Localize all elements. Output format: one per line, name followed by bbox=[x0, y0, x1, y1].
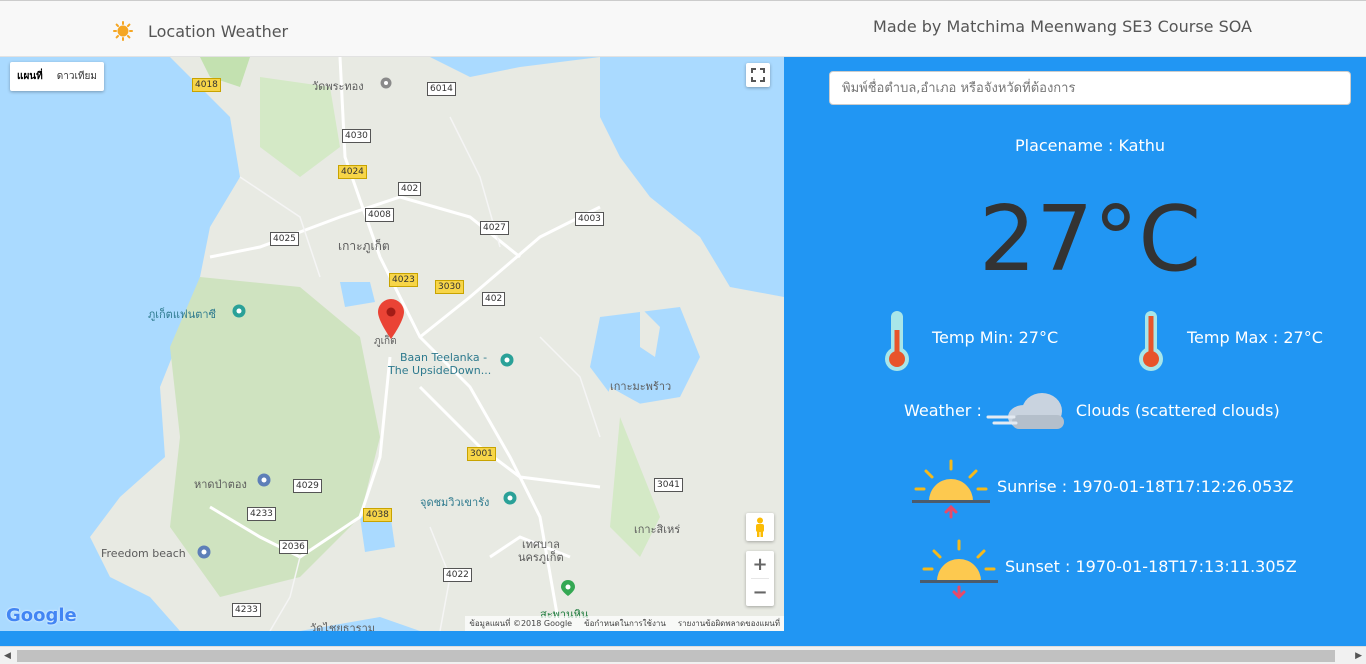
map-label: Baan Teelanka - bbox=[400, 351, 488, 364]
map-view[interactable]: แผนที่ ดาวเทียม วัดพระทอง เกาะภูเก็ต ภูเ… bbox=[0, 57, 784, 631]
road-shield: 4023 bbox=[389, 273, 418, 287]
current-temperature: 27°C bbox=[978, 187, 1202, 292]
attraction-pin-icon bbox=[232, 304, 246, 318]
beach-pin-icon bbox=[257, 473, 271, 487]
location-marker-icon[interactable] bbox=[378, 299, 404, 339]
sunset-icon bbox=[920, 539, 998, 600]
scroll-left-arrow-icon[interactable]: ◀ bbox=[4, 651, 11, 661]
road-shield: 4018 bbox=[192, 78, 221, 92]
road-shield: 4003 bbox=[575, 212, 604, 226]
road-shield: 402 bbox=[482, 292, 506, 306]
zoom-in-button[interactable]: + bbox=[752, 551, 767, 578]
map-label: จุดชมวิวเขารัง bbox=[420, 496, 490, 509]
road-shield: 4038 bbox=[363, 508, 392, 522]
temp-min-row: Temp Min: 27°C bbox=[884, 310, 1058, 372]
map-type-control[interactable]: แผนที่ ดาวเทียม bbox=[10, 62, 104, 91]
weather-row: Weather : Clouds (scattered clouds) bbox=[904, 387, 1280, 433]
road-shield: 4030 bbox=[342, 129, 371, 143]
sunset-time: Sunset : 1970-01-18T17:13:11.305Z bbox=[1005, 556, 1297, 576]
top-navbar: Location Weather Made by Matchima Meenwa… bbox=[0, 0, 1366, 57]
sunrise-row: Sunrise : 1970-01-18T17:12:26.053Z bbox=[910, 459, 1293, 521]
scrollbar-thumb[interactable] bbox=[17, 650, 1335, 662]
terms-of-use-link[interactable]: ข้อกำหนดในการใช้งาน bbox=[584, 617, 666, 630]
map-label: Freedom beach bbox=[101, 547, 186, 560]
road-shield: 4025 bbox=[270, 232, 299, 246]
attraction-pin-icon bbox=[503, 491, 517, 505]
zoom-control: + − bbox=[746, 551, 774, 606]
weather-description: Clouds (scattered clouds) bbox=[1075, 400, 1280, 420]
attraction-pin-icon bbox=[500, 353, 514, 367]
sunrise-time: Sunrise : 1970-01-18T17:12:26.053Z bbox=[997, 476, 1294, 496]
map-label: นครภูเก็ต bbox=[518, 551, 564, 564]
brand[interactable]: Location Weather bbox=[113, 21, 288, 41]
zoom-out-button[interactable]: − bbox=[752, 579, 767, 606]
map-label: เกาะมะพร้าว bbox=[610, 380, 672, 393]
road-shield: 4233 bbox=[232, 603, 261, 617]
map-label: วัดพระทอง bbox=[312, 80, 364, 93]
road-shield: 2036 bbox=[279, 540, 308, 554]
street-view-pegman[interactable] bbox=[746, 513, 774, 541]
map-label: วัดไชยธาราม bbox=[310, 622, 375, 631]
road-shield: 402 bbox=[398, 182, 422, 196]
horizontal-scrollbar[interactable]: ◀ ▶ bbox=[0, 646, 1366, 664]
road-shield: 4024 bbox=[338, 165, 367, 179]
sunrise-icon bbox=[912, 459, 990, 519]
sun-icon bbox=[113, 21, 133, 41]
scroll-right-arrow-icon[interactable]: ▶ bbox=[1355, 651, 1362, 661]
map-type-map[interactable]: แผนที่ bbox=[10, 62, 50, 91]
fullscreen-button[interactable] bbox=[746, 63, 770, 87]
fullscreen-icon bbox=[751, 68, 765, 82]
park-pin-icon bbox=[561, 580, 575, 596]
beach-pin-icon bbox=[197, 545, 211, 559]
map-label: เกาะภูเก็ต bbox=[338, 239, 390, 253]
credit-text: Made by Matchima Meenwang SE3 Course SOA bbox=[873, 17, 1252, 36]
temp-min-label: Temp Min: 27°C bbox=[932, 327, 1059, 347]
road-shield: 3030 bbox=[435, 280, 464, 294]
footer-bar bbox=[0, 631, 1366, 646]
road-shield: 4029 bbox=[293, 479, 322, 493]
cloud-icon bbox=[986, 393, 1064, 429]
road-shield: 4027 bbox=[480, 221, 509, 235]
brand-title[interactable]: Location Weather bbox=[148, 22, 288, 41]
road-shield: 6014 bbox=[427, 82, 456, 96]
weather-panel: Placename : Kathu 27°C Temp Min: 27°C Te… bbox=[784, 57, 1366, 631]
map-copyright: ข้อมูลแผนที่ ©2018 Google bbox=[469, 619, 573, 628]
temp-max-label: Temp Max : 27°C bbox=[1187, 327, 1323, 347]
road-shield: 3001 bbox=[467, 447, 496, 461]
location-search-input[interactable] bbox=[829, 71, 1351, 105]
map-label: ภูเก็ตแฟนตาซี bbox=[148, 308, 216, 321]
report-error-link[interactable]: รายงานข้อผิดพลาดของแผนที่ bbox=[678, 617, 780, 630]
road-shield: 4022 bbox=[443, 568, 472, 582]
road-shield: 4008 bbox=[365, 208, 394, 222]
road-shield: 3041 bbox=[654, 478, 683, 492]
sunset-row: Sunset : 1970-01-18T17:13:11.305Z bbox=[918, 539, 1297, 601]
pegman-icon bbox=[756, 517, 764, 537]
placename: Placename : Kathu bbox=[1014, 136, 1166, 155]
road-shield: 4233 bbox=[247, 507, 276, 521]
thermometer-high-icon bbox=[1139, 311, 1163, 371]
map-label: เกาะสิเหร่ bbox=[634, 523, 681, 536]
thermometer-low-icon bbox=[885, 311, 909, 371]
temp-max-row: Temp Max : 27°C bbox=[1138, 310, 1323, 372]
map-attribution: ข้อมูลแผนที่ ©2018 Google ข้อกำหนดในการใ… bbox=[465, 616, 784, 631]
map-type-satellite[interactable]: ดาวเทียม bbox=[50, 62, 104, 91]
map-label: The UpsideDown... bbox=[388, 364, 492, 377]
map-label: หาดป่าตอง bbox=[194, 478, 247, 491]
google-logo[interactable]: Google bbox=[6, 605, 77, 626]
weather-label: Weather : bbox=[904, 400, 982, 420]
attraction-pin-icon bbox=[380, 77, 392, 89]
